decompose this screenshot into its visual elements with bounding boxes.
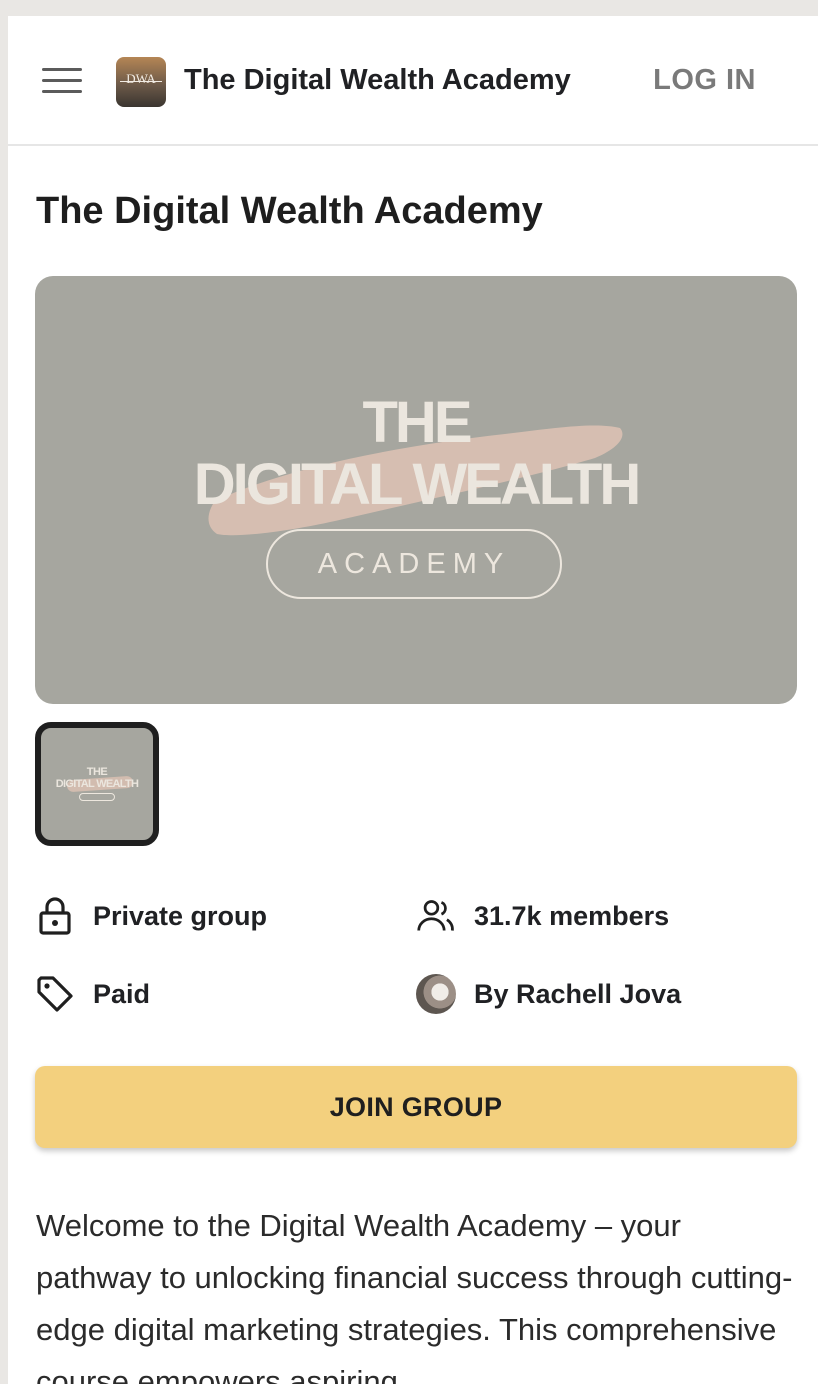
privacy-info: Private group [35, 894, 267, 938]
top-bar: DWA The Digital Wealth Academy LOG IN [8, 16, 818, 146]
privacy-label: Private group [93, 900, 268, 931]
menu-icon[interactable] [42, 68, 82, 98]
owner-label[interactable]: By Rachell Jova [474, 979, 681, 1010]
banner-subtitle-pill: ACADEMY [266, 529, 562, 599]
login-button[interactable]: LOG IN [653, 64, 756, 97]
lock-icon [35, 896, 75, 936]
owner-info[interactable]: By Rachell Jova [416, 972, 681, 1016]
pricing-label: Paid [93, 978, 151, 1009]
join-group-button[interactable]: JOIN GROUP [35, 1066, 797, 1148]
thumbnail-line1: THE [86, 766, 108, 778]
brand-name[interactable]: The Digital Wealth Academy [184, 64, 571, 97]
page-title: The Digital Wealth Academy [36, 190, 543, 232]
app-frame: DWA The Digital Wealth Academy LOG IN Th… [8, 16, 818, 1384]
pricing-info: Paid [35, 972, 150, 1016]
tag-icon [35, 974, 75, 1014]
banner-title-line1: THE [362, 390, 473, 455]
thumbnail-line2: DIGITAL WEALTH [55, 778, 139, 790]
users-icon [416, 896, 456, 936]
members-label: 31.7k members [474, 900, 670, 931]
members-info: 31.7k members [416, 894, 669, 938]
brand-logo[interactable]: DWA [116, 57, 166, 107]
cover-image: THE DIGITAL WEALTH ACADEMY [35, 276, 797, 704]
group-description: Welcome to the Digital Wealth Academy – … [36, 1208, 793, 1384]
avatar[interactable] [416, 974, 456, 1014]
cover-thumbnail[interactable]: THE DIGITAL WEALTH [35, 722, 159, 846]
logo-monogram: DWA [126, 71, 156, 86]
banner-title-line2: DIGITAL WEALTH [193, 452, 642, 517]
